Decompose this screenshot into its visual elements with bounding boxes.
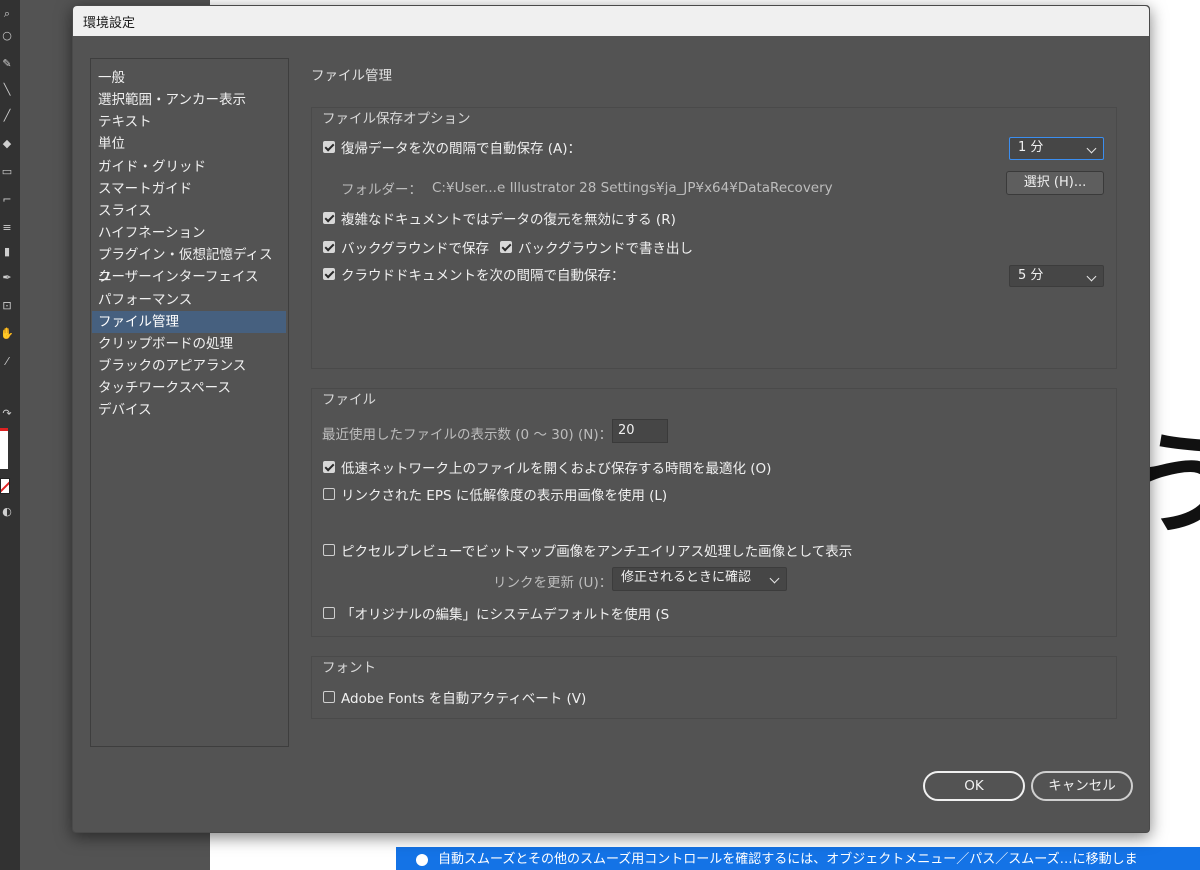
- sidebar-item-clipboard[interactable]: クリップボードの処理: [92, 333, 286, 355]
- folder-path: C:¥User...e Illustrator 28 Settings¥ja_J…: [432, 180, 833, 196]
- pixel-preview-label: ピクセルプレビューでビットマップ画像をアンチエイリアス処理した画像として表示: [341, 544, 853, 560]
- background-export-checkbox[interactable]: [500, 241, 512, 253]
- update-links-value: 修正されるときに確認: [621, 570, 752, 585]
- pencil-tool-icon[interactable]: ╱: [0, 110, 14, 122]
- info-banner: 自動スムーズとその他のスムーズ用コントロールを確認するには、オブジェクトメニュー…: [396, 847, 1200, 870]
- adobe-fonts-option[interactable]: Adobe Fonts を自動アクティベート (V): [323, 687, 586, 707]
- sidebar-item-performance[interactable]: パフォーマンス: [92, 289, 286, 311]
- adobe-fonts-checkbox[interactable]: [323, 691, 335, 703]
- disable-recovery-option[interactable]: 複雑なドキュメントではデータの復元を無効にする (R): [323, 208, 676, 228]
- folder-label: フォルダー：: [341, 182, 422, 198]
- optimize-network-option[interactable]: 低速ネットワーク上のファイルを開くおよび保存する時間を最適化 (O): [323, 457, 771, 477]
- sidebar-item-plugins-scratch-disks[interactable]: プラグイン・仮想記憶ディスク: [92, 244, 286, 285]
- cloud-interval-select[interactable]: 5 分: [1009, 265, 1104, 287]
- fill-swatch[interactable]: [0, 428, 8, 469]
- background-export-label: バックグラウンドで書き出し: [518, 241, 693, 257]
- draw-mode-icon[interactable]: ◐: [0, 506, 14, 518]
- autosave-checkbox[interactable]: [323, 141, 335, 153]
- sidebar-item-units[interactable]: 単位: [92, 133, 286, 155]
- background-save-checkbox[interactable]: [323, 241, 335, 253]
- cancel-button[interactable]: キャンセル: [1031, 771, 1133, 801]
- cloud-autosave-checkbox[interactable]: [323, 268, 335, 280]
- preferences-category-list: 一般 選択範囲・アンカー表示 テキスト 単位 ガイド・グリッド スマートガイド …: [90, 58, 289, 747]
- tools-panel: ⌕ ○ ✎ ╲ ╱ ◆ ▭ ⌐ ≡ ▮ ✒ ⊡ ✋ ⁄ ↷ ◐: [0, 0, 20, 870]
- autosave-label: 復帰データを次の間隔で自動保存 (A)：: [341, 141, 582, 157]
- files-group-label: ファイル: [322, 392, 376, 408]
- swap-colors-icon[interactable]: ↷: [0, 408, 14, 420]
- background-export-option[interactable]: バックグラウンドで書き出し: [500, 237, 693, 257]
- zoom-tool-icon[interactable]: ⌕: [0, 8, 14, 20]
- optimize-network-label: 低速ネットワーク上のファイルを開くおよび保存する時間を最適化 (O): [341, 461, 772, 477]
- low-res-eps-checkbox[interactable]: [323, 488, 335, 500]
- info-icon: [416, 853, 428, 866]
- cloud-autosave-option[interactable]: クラウドドキュメントを次の間隔で自動保存：: [323, 264, 625, 284]
- preferences-dialog: 環境設定 一般 選択範囲・アンカー表示 テキスト 単位 ガイド・グリッド スマー…: [72, 5, 1150, 833]
- recent-files-count-input[interactable]: 20: [612, 419, 668, 443]
- none-swatch-icon[interactable]: [0, 478, 10, 494]
- low-res-eps-label: リンクされた EPS に低解像度の表示用画像を使用 (L): [341, 488, 668, 504]
- background-save-label: バックグラウンドで保存: [341, 241, 489, 257]
- dialog-title: 環境設定: [83, 16, 136, 31]
- edit-original-label: 「オリジナルの編集」にシステムデフォルトを使用 (S: [341, 607, 670, 623]
- autosave-interval-select[interactable]: 1 分: [1009, 137, 1104, 160]
- optimize-network-checkbox[interactable]: [323, 461, 335, 473]
- width-tool-icon[interactable]: ≡: [0, 222, 14, 234]
- sidebar-item-appearance-of-black[interactable]: ブラックのアピアランス: [92, 355, 286, 377]
- sidebar-item-slices[interactable]: スライス: [92, 200, 286, 222]
- ok-button[interactable]: OK: [923, 771, 1025, 801]
- scale-tool-icon[interactable]: ⌐: [0, 194, 14, 206]
- recovery-folder-row: フォルダー： C:¥User...e Illustrator 28 Settin…: [341, 178, 833, 198]
- cloud-autosave-label: クラウドドキュメントを次の間隔で自動保存：: [341, 268, 625, 284]
- edit-original-option[interactable]: 「オリジナルの編集」にシステムデフォルトを使用 (S: [323, 603, 669, 623]
- chevron-down-icon: [1086, 143, 1097, 154]
- cloud-interval-value: 5 分: [1018, 268, 1044, 283]
- sidebar-item-smart-guides[interactable]: スマートガイド: [92, 178, 286, 200]
- hand-tool-icon[interactable]: ✋: [0, 328, 14, 340]
- save-options-group-label: ファイル保存オプション: [322, 111, 471, 127]
- sidebar-item-user-interface[interactable]: ユーザーインターフェイス: [92, 266, 286, 288]
- sidebar-item-guides-grid[interactable]: ガイド・グリッド: [92, 156, 286, 178]
- eyedropper-tool-icon[interactable]: ✒: [0, 272, 14, 284]
- search-tool-icon[interactable]: ○: [0, 30, 14, 42]
- artboard-tool-icon[interactable]: ⊡: [0, 300, 14, 312]
- disable-recovery-checkbox[interactable]: [323, 212, 335, 224]
- curvature-tool-icon[interactable]: ╲: [0, 84, 14, 96]
- recent-files-count-label: 最近使用したファイルの表示数 (0 ～ 30) (N)：: [322, 427, 613, 443]
- page-title: ファイル管理: [311, 68, 392, 84]
- adobe-fonts-label: Adobe Fonts を自動アクティベート (V): [341, 691, 587, 707]
- sidebar-item-touch-workspace[interactable]: タッチワークスペース: [92, 377, 286, 399]
- choose-folder-button[interactable]: 選択 (H)...: [1006, 171, 1104, 195]
- eraser-tool-icon[interactable]: ◆: [0, 138, 14, 150]
- sidebar-item-type[interactable]: テキスト: [92, 111, 286, 133]
- background-save-option[interactable]: バックグラウンドで保存: [323, 237, 489, 257]
- info-banner-text: 自動スムーズとその他のスムーズ用コントロールを確認するには、オブジェクトメニュー…: [438, 852, 1138, 867]
- sidebar-item-general[interactable]: 一般: [92, 67, 286, 89]
- sidebar-item-devices[interactable]: デバイス: [92, 399, 286, 421]
- chevron-down-icon: [1086, 271, 1097, 282]
- disable-recovery-label: 複雑なドキュメントではデータの復元を無効にする (R): [341, 212, 676, 228]
- update-links-label: リンクを更新 (U)：: [493, 575, 613, 591]
- slice-tool-icon[interactable]: ⁄: [0, 356, 14, 368]
- fonts-group-label: フォント: [322, 660, 376, 676]
- update-links-select[interactable]: 修正されるときに確認: [612, 567, 787, 591]
- autosave-option[interactable]: 復帰データを次の間隔で自動保存 (A)：: [323, 137, 581, 157]
- pixel-preview-option[interactable]: ピクセルプレビューでビットマップ画像をアンチエイリアス処理した画像として表示: [323, 540, 852, 560]
- dialog-titlebar[interactable]: 環境設定: [73, 6, 1149, 36]
- sidebar-item-selection-anchor[interactable]: 選択範囲・アンカー表示: [92, 89, 286, 111]
- autosave-interval-value: 1 分: [1018, 140, 1044, 155]
- pixel-preview-checkbox[interactable]: [323, 544, 335, 556]
- low-res-eps-option[interactable]: リンクされた EPS に低解像度の表示用画像を使用 (L): [323, 484, 667, 504]
- pen-tool-icon[interactable]: ✎: [0, 58, 14, 70]
- sidebar-item-hyphenation[interactable]: ハイフネーション: [92, 222, 286, 244]
- graph-tool-icon[interactable]: ▮: [0, 246, 14, 258]
- sidebar-item-file-handling[interactable]: ファイル管理: [92, 311, 286, 333]
- chevron-down-icon: [769, 573, 780, 584]
- rotate-tool-icon[interactable]: ▭: [0, 166, 14, 178]
- edit-original-checkbox[interactable]: [323, 607, 335, 619]
